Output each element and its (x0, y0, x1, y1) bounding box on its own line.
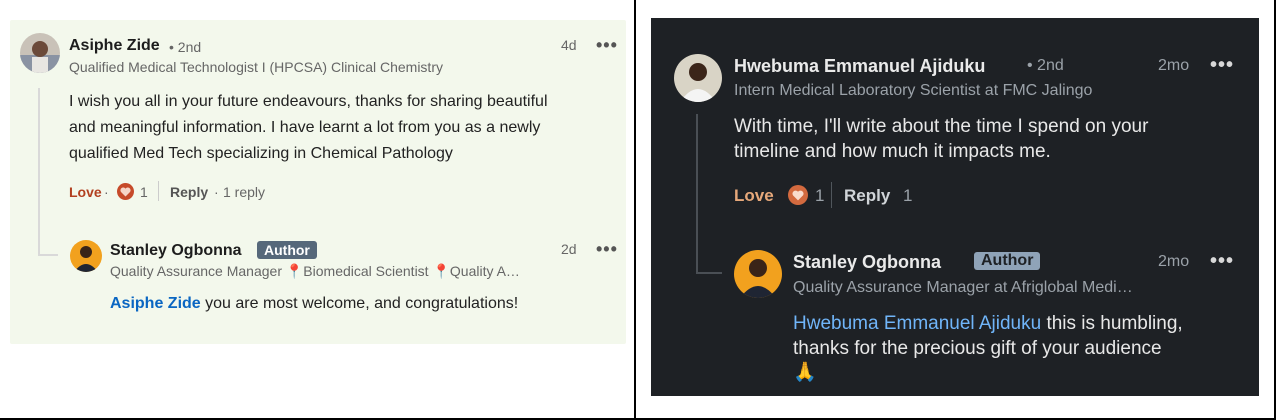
reply-timestamp: 2d (561, 241, 577, 257)
comment-body-line-1: I wish you all in your future endeavours… (69, 93, 548, 110)
commenter-avatar[interactable] (20, 33, 60, 73)
author-headline: Quality Assurance Manager 📍Biomedical Sc… (110, 263, 520, 279)
reply-body: Asiphe Zide you are most welcome, and co… (110, 295, 518, 313)
pray-emoji-icon: 🙏 (793, 362, 817, 383)
reply-button[interactable]: Reply (844, 186, 890, 206)
separator: · (214, 184, 219, 200)
author-avatar[interactable] (734, 250, 782, 298)
comment-body-line-3: qualified Med Tech specializing in Chemi… (69, 145, 453, 162)
reply-text: you are most welcome, and congratulation… (200, 295, 519, 312)
comment-timestamp: 2mo (1158, 57, 1190, 74)
comment-body-line-2: timeline and how much it impacts me. (734, 141, 1051, 162)
mention-link[interactable]: Asiphe Zide (110, 295, 201, 312)
thread-line (696, 114, 698, 274)
author-avatar[interactable] (70, 240, 102, 272)
mention-link[interactable]: Hwebuma Emmanuel Ajiduku (793, 313, 1041, 334)
reaction-count[interactable]: 1 (140, 184, 148, 200)
commenter-avatar[interactable] (674, 54, 722, 102)
connection-degree: • 2nd (169, 39, 202, 55)
action-divider (831, 182, 832, 208)
reply-body-line-1: Hwebuma Emmanuel Ajiduku this is humblin… (793, 311, 1183, 336)
comment-timestamp: 4d (561, 37, 577, 53)
reply-body-line-2: thanks for the precious gift of your aud… (793, 338, 1162, 359)
replies-count-link[interactable]: 1 (903, 186, 912, 206)
author-headline: Quality Assurance Manager at Afriglobal … (793, 279, 1133, 296)
more-options-icon[interactable]: ••• (1210, 55, 1234, 75)
connection-degree: • 2nd (1027, 57, 1064, 74)
love-reaction-button[interactable]: Love (69, 184, 102, 200)
love-reaction-button[interactable]: Love (734, 186, 774, 206)
love-reaction-icon (788, 185, 808, 205)
thread-connector (38, 254, 58, 256)
commenter-headline: Qualified Medical Technologist I (HPCSA)… (69, 59, 443, 75)
author-name[interactable]: Stanley Ogbonna (110, 242, 242, 260)
thread-line (38, 88, 40, 256)
reaction-count[interactable]: 1 (815, 186, 824, 206)
comment-body-line-1: With time, I'll write about the time I s… (734, 116, 1149, 137)
commenter-name[interactable]: Asiphe Zide (69, 37, 160, 55)
separator: · (104, 184, 109, 200)
author-badge: Author (257, 241, 317, 259)
more-options-icon[interactable]: ••• (596, 240, 618, 258)
more-options-icon[interactable]: ••• (596, 36, 618, 54)
reply-button[interactable]: Reply (170, 184, 208, 200)
commenter-headline: Intern Medical Laboratory Scientist at F… (734, 82, 1093, 99)
action-divider (158, 181, 159, 201)
replies-count-link[interactable]: 1 reply (223, 184, 265, 200)
reply-timestamp: 2mo (1158, 253, 1190, 270)
author-name[interactable]: Stanley Ogbonna (793, 252, 941, 273)
commenter-name[interactable]: Hwebuma Emmanuel Ajiduku (734, 56, 985, 77)
more-options-icon[interactable]: ••• (1210, 251, 1234, 271)
author-badge: Author (974, 252, 1041, 270)
reply-text: this is humbling, (1041, 313, 1183, 334)
love-reaction-icon (117, 183, 134, 200)
comment-body-line-2: and meaningful information. I have learn… (69, 119, 541, 136)
thread-connector (696, 272, 722, 274)
